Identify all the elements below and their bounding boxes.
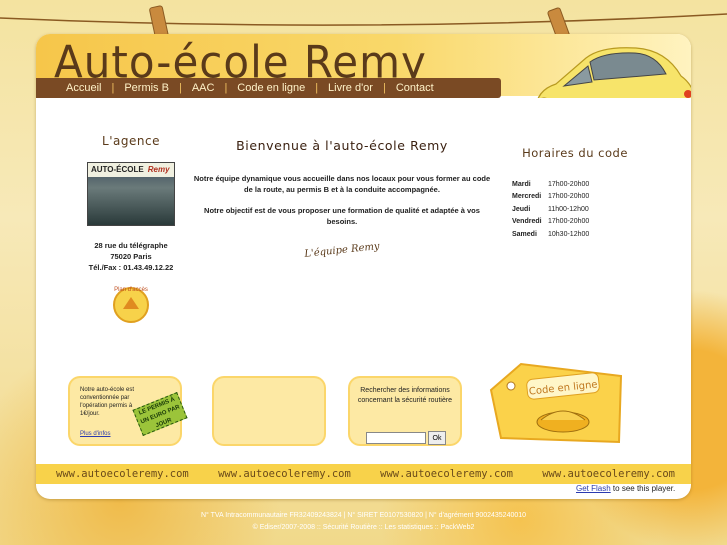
nav-permis-b[interactable]: Permis B: [116, 82, 177, 94]
hours-row: Mercredi 17h00-20h00: [500, 191, 589, 204]
hours-time: 11h00-12h00: [548, 205, 589, 213]
address-line-2: 75020 Paris: [110, 252, 152, 261]
welcome-text: Notre équipe dynamique vous accueille da…: [192, 173, 492, 227]
agency-heading: L'agence: [102, 134, 160, 148]
nav-separator: |: [315, 82, 319, 94]
footer-legal: N° TVA Intracommunautaire FR32409243824 …: [200, 512, 527, 519]
footer-links: © Ediser/2007-2008 :: Sécurité Routière …: [252, 524, 475, 531]
agency-photo-sign: AUTO-ÉCOLE Remy: [88, 163, 174, 177]
hours-row: Jeudi 11h00-12h00: [500, 203, 589, 216]
hours-heading: Horaires du code: [522, 146, 628, 160]
main-card: Auto-école Remy Accueil | Permis B | AAC…: [36, 34, 691, 499]
welcome-title: Bienvenue à l'auto-école Remy: [236, 138, 448, 153]
hours-row: Samedi 10h30-12h00: [500, 228, 589, 241]
address-line-1: 28 rue du télégraphe: [94, 241, 168, 250]
nav-separator: |: [111, 82, 115, 94]
get-flash-link[interactable]: Get Flash: [576, 484, 611, 493]
welcome-paragraph-1: Notre équipe dynamique vous accueille da…: [193, 174, 491, 194]
plan-acces-label: Plan d'accès: [114, 287, 148, 293]
hours-day: Samedi: [512, 230, 537, 238]
search-box: Rechercher des informations concernant l…: [350, 378, 460, 445]
hours-day: Vendredi: [512, 218, 542, 226]
hours-time: 17h00-20h00: [548, 180, 590, 188]
phone-number: Tél./Fax : 01.43.49.12.22: [88, 263, 174, 272]
url-text: www.autoecoleremy.com: [56, 468, 189, 480]
nav-code-en-ligne[interactable]: Code en ligne: [229, 82, 313, 94]
hours-section: Horaires du code Mardi 17h00-20h00 Mercre…: [500, 146, 650, 241]
nav-accueil[interactable]: Accueil: [58, 82, 109, 94]
more-info-link[interactable]: Plus d'infos: [80, 431, 111, 437]
hours-time: 17h00-20h00: [548, 218, 590, 226]
nav-separator: |: [224, 82, 228, 94]
agency-section: L'agence AUTO-ÉCOLE Remy 28 rue du télégr…: [56, 134, 206, 328]
plan-acces-icon[interactable]: Plan d'accès: [111, 283, 151, 323]
search-ok-button[interactable]: Ok: [428, 431, 446, 445]
nav-separator: |: [178, 82, 182, 94]
empty-box: [214, 378, 324, 444]
nav-contact[interactable]: Contact: [388, 82, 442, 94]
hours-day: Mercredi: [512, 193, 542, 201]
hours-time: 17h00-20h00: [548, 193, 590, 201]
nav-separator: |: [382, 82, 386, 94]
welcome-section: Bienvenue à l'auto-école Remy Notre équi…: [192, 138, 492, 260]
agency-address: 28 rue du télégraphe 75020 Paris Tél./Fa…: [56, 240, 206, 273]
url-text: www.autoecoleremy.com: [380, 468, 513, 480]
agency-sign-text: AUTO-ÉCOLE: [91, 165, 144, 174]
hours-row: Vendredi 17h00-20h00: [500, 216, 589, 229]
convention-box: Notre auto-école est conventionnée par l…: [70, 378, 188, 444]
hours-row: Mardi 17h00-20h00: [500, 178, 589, 191]
nav-aac[interactable]: AAC: [184, 82, 223, 94]
nav-livre-dor[interactable]: Livre d'or: [320, 82, 381, 94]
hours-table: Mardi 17h00-20h00 Mercredi 17h00-20h00 Jeu…: [500, 178, 589, 241]
flash-notice-text: to see this player.: [612, 484, 676, 493]
hours-day: Mardi: [512, 180, 531, 188]
hours-time: 10h30-12h00: [548, 230, 590, 238]
url-text: www.autoecoleremy.com: [542, 468, 675, 480]
main-nav: Accueil | Permis B | AAC | Code en ligne…: [36, 78, 501, 98]
search-input[interactable]: [366, 432, 426, 444]
hours-day: Jeudi: [512, 205, 531, 213]
welcome-paragraph-2: Notre objectif est de vous proposer une …: [204, 206, 480, 226]
page-footer: N° TVA Intracommunautaire FR32409243824 …: [0, 510, 727, 534]
url-strip: www.autoecoleremy.com www.autoecoleremy.…: [36, 464, 691, 484]
code-en-ligne-tag[interactable]: Code en ligne: [481, 360, 631, 446]
agency-photo: AUTO-ÉCOLE Remy: [87, 162, 175, 226]
flash-notice: Get Flash to see this player.: [576, 484, 675, 493]
url-text: www.autoecoleremy.com: [218, 468, 351, 480]
search-description: Rechercher des informations concernant l…: [357, 387, 453, 404]
agency-sign-brand: Remy: [147, 165, 170, 174]
